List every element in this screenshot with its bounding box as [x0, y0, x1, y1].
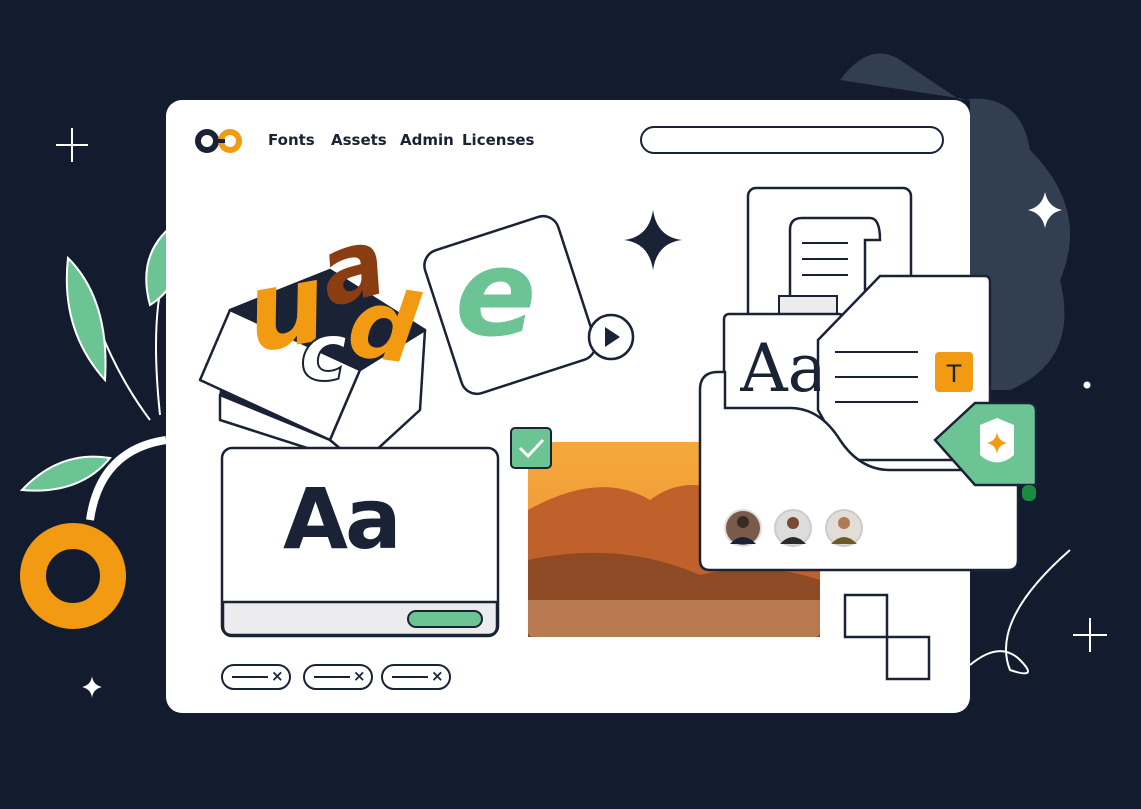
svg-text:T[interactable]: T	[946, 360, 962, 388]
tag-remove-button[interactable]: ×	[431, 667, 444, 685]
squares-decoration	[843, 593, 931, 681]
letter-c: c	[300, 306, 347, 399]
font-card-button	[407, 610, 483, 628]
text-tool-icon[interactable]: T	[935, 352, 973, 392]
font-sample-serif: Aa	[740, 330, 820, 407]
avatars	[724, 509, 863, 547]
sparkle-icon	[624, 210, 682, 270]
font-sample-sans: Aa	[283, 470, 402, 568]
illustration: u a c d e T	[198, 186, 1038, 690]
filter-tags	[221, 664, 451, 690]
play-icon[interactable]	[587, 313, 635, 361]
tag-remove-button[interactable]: ×	[353, 667, 366, 685]
check-icon[interactable]	[510, 427, 552, 469]
letter-e: e	[455, 225, 536, 364]
tag-remove-button[interactable]: ×	[271, 667, 284, 685]
